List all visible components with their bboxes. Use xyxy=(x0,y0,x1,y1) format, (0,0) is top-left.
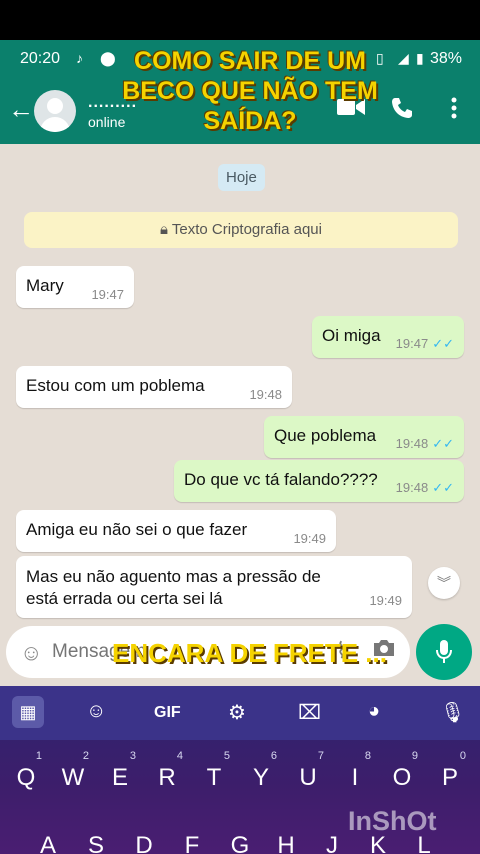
message-bubble[interactable]: Estou com um poblema 19:48 xyxy=(16,366,292,408)
key-h[interactable]: H xyxy=(264,832,308,854)
message-text: Mary xyxy=(26,276,64,295)
theme-palette-icon[interactable]: ◕ xyxy=(368,700,380,723)
caption-overlay: ENCARA DE FRETE ... xyxy=(112,638,387,668)
message-text: Estou com um poblema xyxy=(26,376,205,395)
read-ticks-icon: ✓✓ xyxy=(432,480,454,495)
chevron-down-icon: ︾ xyxy=(437,575,451,591)
key-y[interactable]: Y6 xyxy=(239,750,283,792)
settings-gear-icon[interactable]: ⚙ xyxy=(228,700,246,725)
message-text: Mas eu não aguento mas a pressão de está… xyxy=(26,567,321,608)
apps-grid-icon[interactable]: ▦ xyxy=(12,696,44,728)
key-f[interactable]: F xyxy=(170,832,214,854)
key-o[interactable]: O9 xyxy=(380,750,424,792)
sticker-icon[interactable]: ☺ xyxy=(86,700,106,723)
whatsapp-chat-screen: 20:20 ♪ ⬤ ▯ ◢ ▮ 38% ← ......... online C… xyxy=(0,0,480,854)
message-time: 19:48 xyxy=(249,387,282,402)
message-bubble[interactable]: Amiga eu não sei o que fazer 19:49 xyxy=(16,510,336,552)
message-time: 19:47 xyxy=(395,336,429,351)
translate-icon[interactable]: ⌧ xyxy=(298,700,321,725)
key-g[interactable]: G xyxy=(218,832,262,854)
key-w[interactable]: W2 xyxy=(51,750,95,792)
key-s[interactable]: S xyxy=(74,832,118,854)
key-a[interactable]: A xyxy=(26,832,70,854)
message-time: 19:48 xyxy=(395,436,429,451)
battery-icon: ▮ xyxy=(416,50,424,66)
battery-percent: 38% xyxy=(429,50,462,67)
message-text: Do que vc tá falando???? xyxy=(184,470,378,489)
key-q[interactable]: Q1 xyxy=(4,750,48,792)
message-text: Que poblema xyxy=(274,426,377,445)
message-time: 19:49 xyxy=(369,593,402,608)
message-bubble[interactable]: Oi miga 19:47 ✓✓ xyxy=(312,316,464,358)
more-options-icon[interactable] xyxy=(450,96,458,126)
emoji-icon[interactable]: ☺ xyxy=(20,640,42,666)
video-title-overlay: COMO SAIR DE UM BECO QUE NÃO TEM SAÍDA? xyxy=(122,47,378,135)
read-ticks-icon: ✓✓ xyxy=(432,436,454,451)
mic-icon[interactable]: 🎙︎ xyxy=(440,700,465,725)
message-time: 19:49 xyxy=(293,531,326,546)
contact-avatar[interactable] xyxy=(34,90,76,132)
scroll-down-button[interactable]: ︾ xyxy=(428,567,460,599)
keyboard-toolbar: ▦ ☺ GIF ⚙ ⌧ ◕ 🎙︎ xyxy=(0,686,480,740)
key-i[interactable]: I8 xyxy=(333,750,377,792)
read-ticks-icon: ✓✓ xyxy=(432,336,454,351)
key-e[interactable]: E3 xyxy=(98,750,142,792)
key-p[interactable]: P0 xyxy=(428,750,472,792)
back-arrow-icon[interactable]: ← xyxy=(8,94,34,125)
message-bubble[interactable]: Que poblema 19:48 ✓✓ xyxy=(264,416,464,458)
chat-area[interactable]: Hoje 🔒︎ Texto Criptografia aqui Mary 19:… xyxy=(0,144,480,686)
key-u[interactable]: U7 xyxy=(286,750,330,792)
message-bubble[interactable]: Mas eu não aguento mas a pressão de está… xyxy=(16,556,412,618)
inshot-watermark: InShOt xyxy=(348,806,437,836)
message-bubble[interactable]: Do que vc tá falando???? 19:48 ✓✓ xyxy=(174,460,464,502)
voice-message-button[interactable] xyxy=(416,624,472,680)
message-time: 19:48 xyxy=(395,480,429,495)
day-label: Hoje xyxy=(218,164,265,191)
message-text: Amiga eu não sei o que fazer xyxy=(26,520,248,539)
top-black-bar xyxy=(0,0,480,40)
encryption-text: Texto Criptografia aqui xyxy=(171,221,322,238)
encryption-notice[interactable]: 🔒︎ Texto Criptografia aqui xyxy=(24,212,458,248)
status-time: 20:20 xyxy=(20,50,61,67)
key-r[interactable]: R4 xyxy=(145,750,189,792)
message-time: 19:47 xyxy=(91,287,124,302)
message-bubble[interactable]: Mary 19:47 xyxy=(16,266,134,308)
key-t[interactable]: T5 xyxy=(192,750,236,792)
key-d[interactable]: D xyxy=(122,832,166,854)
lock-icon: 🔒︎ xyxy=(160,221,168,238)
message-text: Oi miga xyxy=(322,326,381,345)
gif-button[interactable]: GIF xyxy=(154,704,181,722)
tiktok-notification-icon: ♪ xyxy=(76,50,83,66)
